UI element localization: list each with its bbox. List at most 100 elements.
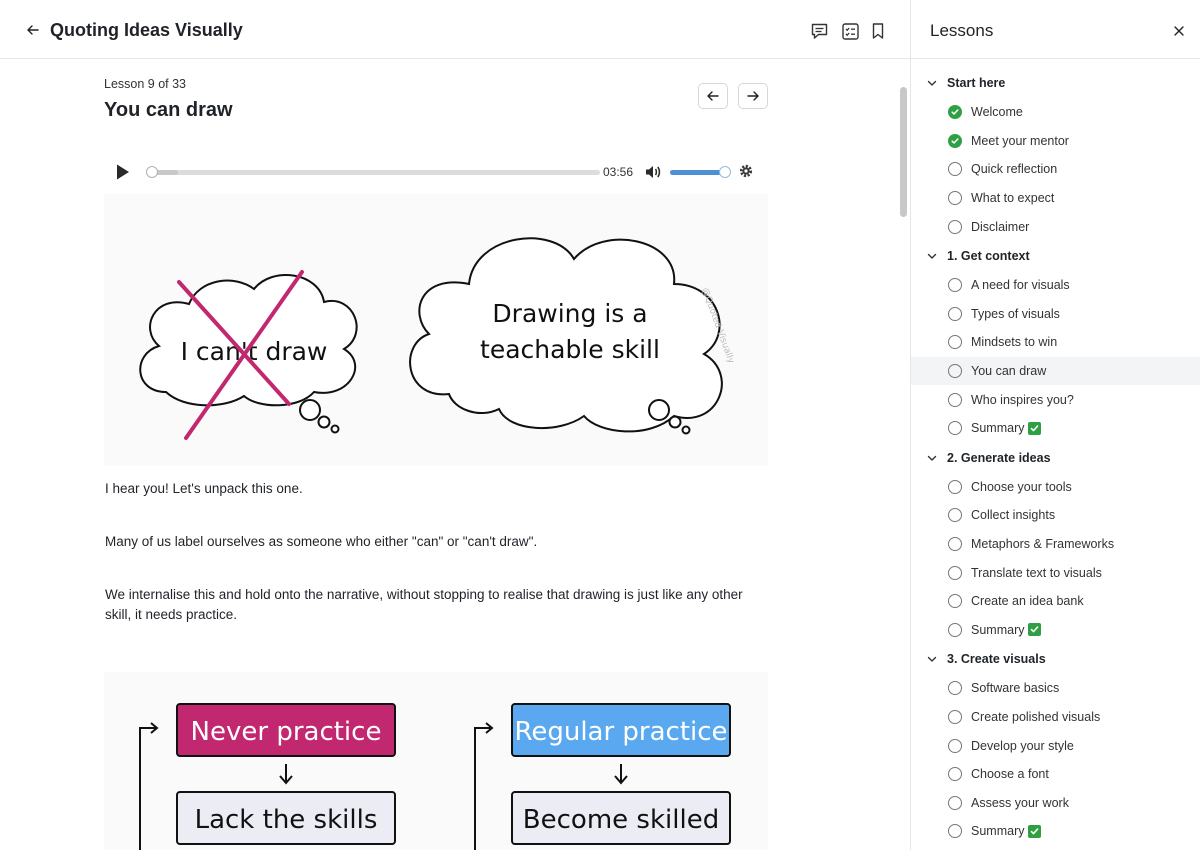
section-header[interactable]: 3. Create visuals [911,644,1200,674]
lesson-list: Start here Welcome Meet your mentor Quick r… [911,68,1200,846]
right-cloud-bubble-small [681,425,691,435]
lesson-title: You can draw [104,99,233,121]
sidebar-header: Lessons [911,0,1200,59]
right-cloud-text-line2: teachable skill [480,335,660,364]
incomplete-circle-icon [948,392,962,407]
volume-fill [670,170,726,175]
right-cloud-bubble-medium [668,415,682,429]
incomplete-circle-icon [948,335,962,350]
lesson-item-label: You can draw [971,364,1047,379]
lesson-item[interactable]: A need for visuals [911,271,1200,300]
chevron-down-icon [926,452,938,464]
lesson-item[interactable]: Meet your mentor [911,127,1200,156]
lesson-item-label: Types of visuals [971,306,1060,321]
section-header[interactable]: 2. Generate ideas [911,443,1200,473]
lesson-item-label: Summary [971,421,1025,436]
incomplete-circle-icon [948,479,962,494]
completed-check-icon [948,105,962,120]
section-header[interactable]: Start here [911,68,1200,98]
lesson-item[interactable]: Metaphors & Frameworks [911,530,1200,559]
check-mark-emoji-icon [1028,824,1042,838]
check-mark-emoji-icon [1028,623,1042,637]
section-label: 2. Generate ideas [947,450,1051,465]
incomplete-circle-icon [948,767,962,782]
lesson-item-label: Mindsets to win [971,335,1058,350]
incomplete-circle-icon [948,219,962,234]
lesson-item[interactable]: Assess your work [911,788,1200,817]
previous-lesson-button[interactable] [698,83,728,109]
audio-progress-knob[interactable] [146,166,158,178]
lesson-item[interactable]: Choose your tools [911,473,1200,502]
lesson-item-label: Collect insights [971,508,1056,523]
practice-flow-illustration: Never practice Lack the skills Regular p… [104,672,768,850]
play-button[interactable] [116,163,132,181]
lesson-item[interactable]: Mindsets to win [911,328,1200,357]
lesson-item[interactable]: Quick reflection [911,155,1200,184]
lesson-item-label: Choose your tools [971,479,1072,494]
incomplete-circle-icon [948,278,962,293]
lesson-item[interactable]: Welcome [911,98,1200,127]
lesson-item-label: Metaphors & Frameworks [971,537,1115,552]
incomplete-circle-icon [948,824,962,839]
comments-button[interactable] [808,20,830,42]
lesson-list-toggle[interactable] [839,20,861,42]
main-scrollbar-thumb[interactable] [900,87,907,217]
audio-player: 03:56 [104,152,768,192]
lesson-item[interactable]: Disclaimer [911,212,1200,241]
lesson-item[interactable]: Collect insights [911,501,1200,530]
back-button[interactable] [24,21,42,39]
paragraph-3: We internalise this and hold onto the na… [105,587,743,622]
volume-slider[interactable] [670,166,731,178]
lesson-item[interactable]: Types of visuals [911,300,1200,329]
bookmark-button[interactable] [867,20,889,42]
lesson-item[interactable]: Who inspires you? [911,385,1200,414]
incomplete-circle-icon [948,681,962,696]
sidebar-title: Lessons [930,21,994,40]
incomplete-circle-icon [948,537,962,552]
section-header[interactable]: 1. Get context [911,241,1200,271]
lesson-item[interactable]: Summary [911,817,1200,846]
paragraph-2: Many of us label ourselves as someone wh… [105,534,538,549]
checklist-icon [841,22,859,40]
lesson-item[interactable]: Summary [911,616,1200,645]
close-icon [1174,26,1184,36]
lesson-item-label: A need for visuals [971,278,1070,293]
incomplete-circle-icon [948,191,962,206]
lesson-item[interactable]: Translate text to visuals [911,558,1200,587]
audio-progress-bar[interactable] [146,166,600,178]
next-lesson-button[interactable] [738,83,768,109]
section-label: 1. Get context [947,248,1030,263]
chevron-down-icon [926,250,938,262]
course-title: Quoting Ideas Visually [50,20,243,40]
left-cloud-bubble-small [330,424,340,434]
close-sidebar-button[interactable] [1173,24,1187,38]
lesson-item[interactable]: Develop your style [911,731,1200,760]
chevron-down-icon [926,653,938,665]
lesson-item[interactable]: Create an idea bank [911,587,1200,616]
lesson-item-label: Develop your style [971,738,1074,753]
volume-button[interactable] [644,163,662,181]
gear-icon [739,164,753,178]
volume-icon [646,166,661,178]
lesson-item[interactable]: Summary [911,414,1200,443]
lesson-item[interactable]: You can draw [911,356,1200,386]
incomplete-circle-icon [948,738,962,753]
left-cloud-bubble-large [299,399,321,421]
lesson-item-label: Summary [971,622,1025,637]
thought-clouds-illustration: I can't draw Drawing is a teachable skil… [104,194,768,466]
audio-time: 03:56 [603,165,634,179]
incomplete-circle-icon [948,508,962,523]
lesson-item[interactable]: Software basics [911,674,1200,703]
lesson-item[interactable]: What to expect [911,184,1200,213]
lesson-item-label: Software basics [971,681,1060,696]
bookmark-icon [872,23,884,39]
lesson-item-label: Meet your mentor [971,133,1069,148]
lesson-item-label: Create polished visuals [971,709,1101,724]
lesson-item[interactable]: Create polished visuals [911,703,1200,732]
lesson-item[interactable]: Choose a font [911,760,1200,789]
incomplete-circle-icon [948,306,962,321]
volume-knob[interactable] [719,166,731,178]
player-settings-button[interactable] [738,163,756,181]
section-label: 3. Create visuals [947,652,1046,667]
back-arrow-icon [27,25,39,35]
